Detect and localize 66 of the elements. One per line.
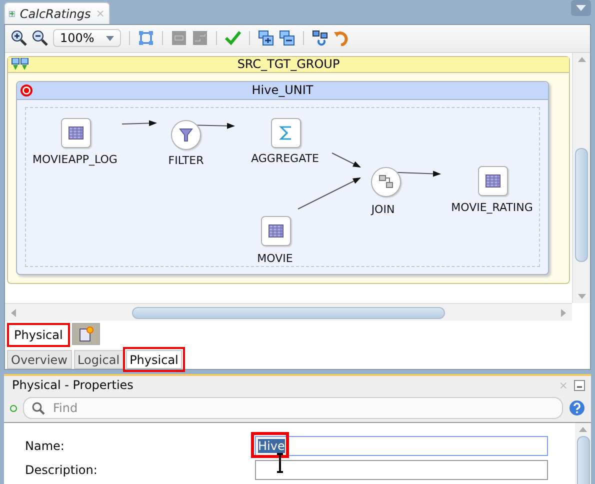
view-tab[interactable]: Physical — [126, 350, 182, 369]
field-label: Description: — [25, 462, 98, 476]
expand-down-icon[interactable] — [11, 58, 29, 71]
editor-tab[interactable]: Physical — [7, 323, 70, 347]
scroll-right-icon[interactable] — [561, 308, 566, 317]
caret-icon — [576, 5, 586, 11]
node-label: MOVIE_RATING — [451, 200, 533, 214]
datastore-node[interactable] — [61, 118, 91, 148]
datastore-node[interactable] — [261, 216, 291, 246]
field-label: Name: — [25, 438, 66, 452]
node-label: MOVIE — [257, 252, 293, 265]
funnel-icon — [179, 128, 193, 142]
datastore-node[interactable] — [478, 166, 508, 196]
table-icon — [485, 174, 501, 188]
connector-arrow — [298, 177, 361, 210]
scroll-up-icon[interactable] — [578, 56, 586, 62]
stop-icon — [20, 84, 33, 97]
connector-arrow — [332, 152, 361, 168]
status-dot-icon — [10, 404, 17, 412]
zoom-in-icon[interactable] — [11, 30, 27, 46]
text-cursor-icon — [276, 453, 284, 473]
fit-icon[interactable] — [138, 30, 154, 46]
vertical-scrollbar[interactable] — [572, 52, 590, 304]
new-page-icon — [78, 326, 94, 342]
document-tab[interactable]: CalcRatings × — [4, 2, 110, 24]
node-label: JOIN — [371, 202, 395, 216]
collapse-icon[interactable] — [279, 30, 295, 46]
connector-arrow — [122, 120, 157, 126]
minimize-icon[interactable] — [574, 380, 585, 390]
table-icon — [268, 224, 284, 238]
panel-title: Physical - Properties — [12, 378, 134, 392]
editor-tab[interactable] — [72, 323, 100, 345]
join-icon — [379, 174, 393, 189]
search-field[interactable]: Find — [51, 400, 554, 416]
group-title: SRC_TGT_GROUP — [237, 57, 340, 72]
window-icon[interactable] — [192, 30, 208, 46]
view-tab[interactable]: Logical — [74, 350, 124, 369]
operator-node[interactable] — [371, 166, 401, 197]
vertical-scrollbar[interactable] — [575, 423, 591, 484]
zoom-dropdown[interactable]: 100% — [53, 29, 121, 48]
tab-list-button[interactable] — [571, 0, 591, 16]
horizontal-scrollbar[interactable] — [5, 303, 572, 321]
scroll-down-icon[interactable] — [578, 294, 586, 299]
operator-node[interactable] — [171, 120, 201, 150]
window-icon[interactable] — [171, 30, 187, 46]
zoom-out-icon[interactable] — [32, 30, 48, 46]
caret-icon — [106, 36, 114, 41]
undo-icon[interactable] — [333, 30, 349, 46]
scroll-up-icon[interactable] — [579, 427, 587, 432]
help-icon[interactable] — [569, 400, 585, 416]
text-field[interactable] — [255, 460, 548, 480]
search-icon — [32, 402, 45, 414]
unit-title: Hive_UNIT — [252, 83, 314, 98]
scroll-left-icon[interactable] — [11, 308, 16, 317]
node-label: FILTER — [168, 154, 204, 167]
view-tab[interactable]: Overview — [7, 350, 72, 369]
search-bar[interactable]: Find — [23, 397, 563, 419]
datastore-node[interactable] — [271, 118, 301, 148]
document-title: CalcRatings — [20, 6, 91, 20]
expand-icon[interactable] — [258, 30, 274, 46]
node-label: MOVIEAPP_LOG — [32, 152, 118, 166]
refresh-icon[interactable] — [312, 30, 328, 46]
sigma-icon — [279, 124, 293, 141]
node-label: AGGREGATE — [251, 152, 319, 165]
table-icon — [68, 126, 84, 140]
check-icon[interactable] — [225, 30, 241, 46]
